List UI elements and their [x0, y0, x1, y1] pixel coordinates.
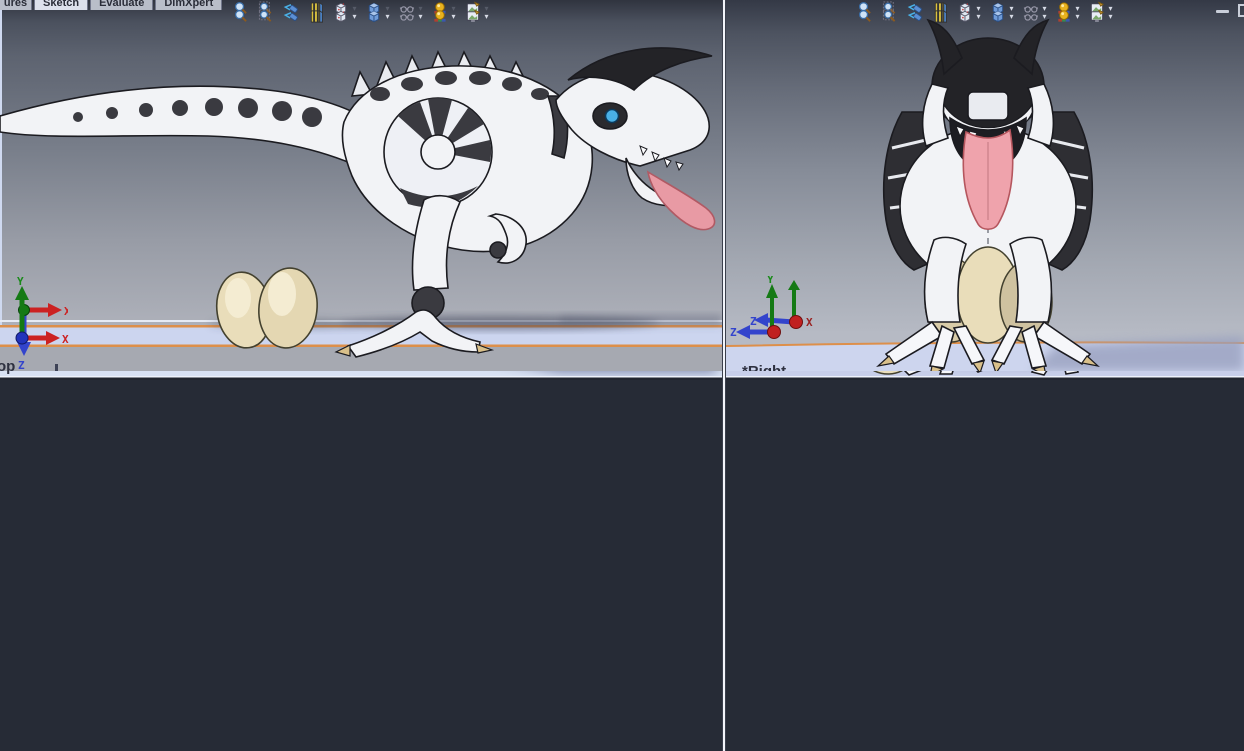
heads-up-toolbar: ▾ ▾ ▾ ▾ ▾ — [857, 9, 1113, 24]
section-view-icon[interactable] — [932, 9, 947, 24]
hide-show-items-icon[interactable] — [1023, 9, 1039, 24]
tab-label: DimXpert — [164, 0, 214, 9]
vertical-pane-splitter[interactable] — [722, 0, 726, 751]
apply-scene-icon[interactable] — [466, 9, 481, 24]
side-view-canvas[interactable] — [0, 0, 722, 371]
previous-view-icon[interactable] — [283, 9, 298, 24]
section-view-icon[interactable] — [308, 9, 323, 24]
tab-evaluate[interactable]: Evaluate — [90, 0, 154, 10]
display-style-icon[interactable] — [366, 9, 381, 24]
restore-button[interactable] — [1238, 4, 1244, 17]
dropdown-arrow-icon[interactable]: ▾ — [452, 12, 456, 21]
orientation-triad: Y X — [15, 276, 69, 346]
tab-sketch[interactable]: Sketch — [34, 0, 89, 10]
orientation-triad: Y Z — [730, 276, 781, 339]
dropdown-arrow-icon[interactable]: ▾ — [976, 12, 980, 21]
view-label-clipped — [55, 364, 58, 371]
heads-up-toolbar: ▾ ▾ ▾ ▾ ▾ — [233, 9, 489, 24]
edit-appearance-icon[interactable] — [433, 9, 448, 24]
tab-label: Sketch — [43, 0, 80, 9]
edit-appearance-icon[interactable] — [1057, 9, 1072, 24]
dropdown-arrow-icon[interactable]: ▾ — [485, 12, 489, 21]
axis-label-y: Y — [17, 276, 24, 288]
axis-label-x: X — [62, 333, 69, 346]
hide-show-items-icon[interactable] — [399, 9, 415, 24]
tab-label: ures — [3, 0, 28, 9]
robot-dinosaur-side-view[interactable] — [0, 47, 716, 358]
previous-view-icon[interactable] — [907, 9, 922, 24]
minimize-button[interactable] — [1216, 10, 1229, 13]
horizontal-pane-splitter[interactable] — [0, 376, 1244, 380]
dropdown-arrow-icon[interactable]: ▾ — [352, 12, 356, 21]
apply-scene-icon[interactable] — [1090, 9, 1105, 24]
display-style-icon[interactable] — [990, 9, 1005, 24]
robot-dinosaur-front-view[interactable] — [876, 18, 1100, 371]
axis-label-z: Z — [730, 326, 737, 339]
window-controls — [1216, 4, 1244, 17]
dropdown-arrow-icon[interactable]: ▾ — [385, 12, 389, 21]
view-orientation-icon[interactable] — [333, 9, 348, 24]
zoom-to-area-icon[interactable] — [258, 9, 273, 24]
dropdown-arrow-icon[interactable]: ▾ — [1042, 12, 1046, 21]
zoom-to-fit-icon[interactable] — [857, 9, 872, 24]
tab-features-clipped[interactable]: ures — [0, 0, 32, 10]
view-orientation-icon[interactable] — [957, 9, 972, 24]
viewport-front-view[interactable]: ▾ ▾ ▾ ▾ ▾ Y Z *Right — [726, 0, 1244, 371]
view-label: *Right — [742, 363, 786, 371]
command-manager-tabs: ures Sketch Evaluate DimXpert — [0, 0, 224, 10]
dropdown-arrow-icon[interactable]: ▾ — [418, 12, 422, 21]
dropdown-arrow-icon[interactable]: ▾ — [1076, 12, 1080, 21]
tab-dimxpert[interactable]: DimXpert — [155, 0, 223, 10]
zoom-to-fit-icon[interactable] — [233, 9, 248, 24]
dropdown-arrow-icon[interactable]: ▾ — [1109, 12, 1113, 21]
zoom-to-area-icon[interactable] — [882, 9, 897, 24]
axis-label-y: Y — [767, 276, 774, 286]
viewport-side-view[interactable]: ▾ ▾ ▾ ▾ ▾ Y X — [0, 0, 722, 371]
eye — [604, 108, 620, 124]
solidworks-four-viewport-workspace: ures Sketch Evaluate DimXpert ▾ ▾ ▾ ▾ ▾ X Z … — [0, 0, 1244, 751]
tab-label: Evaluate — [99, 0, 145, 9]
dropdown-arrow-icon[interactable]: ▾ — [1009, 12, 1013, 21]
